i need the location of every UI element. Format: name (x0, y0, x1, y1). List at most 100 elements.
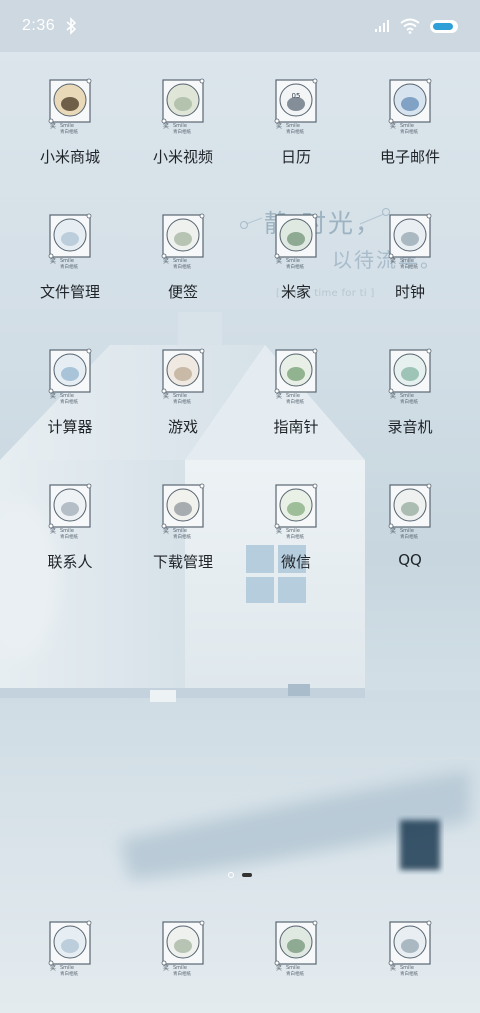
svg-text:笑: 笑 (163, 964, 169, 972)
battery-icon (430, 19, 458, 33)
app-shortcut[interactable]: 笑 Smile 青白相纸便签 (128, 213, 238, 302)
svg-text:青白相纸: 青白相纸 (173, 263, 191, 270)
app-label: 计算器 (47, 418, 93, 436)
svg-text:青白相纸: 青白相纸 (400, 128, 418, 135)
camera-photo-icon: 笑 Smile 青白相纸 (386, 920, 434, 978)
svg-text:笑: 笑 (50, 392, 56, 400)
page-indicator (0, 872, 480, 878)
compass-photo-icon: 笑 Smile 青白相纸 (272, 348, 320, 406)
app-label: 文件管理 (39, 283, 100, 301)
app-label: 微信 (280, 553, 311, 571)
svg-text:Smile: Smile (286, 123, 300, 129)
svg-text:Smile: Smile (400, 528, 414, 534)
svg-text:笑: 笑 (276, 122, 282, 130)
contacts-photo-icon: 笑 Smile 青白相纸 (46, 483, 94, 541)
dock-app[interactable]: 笑 Smile 青白相纸 (128, 920, 238, 978)
svg-text:笑: 笑 (390, 122, 396, 130)
svg-text:笑: 笑 (50, 122, 56, 130)
svg-text:Smile: Smile (400, 965, 414, 971)
phone-photo-icon: 笑 Smile 青白相纸 (46, 920, 94, 978)
app-shortcut[interactable]: 笑 Smile 青白相纸下载管理 (128, 483, 238, 572)
svg-text:青白相纸: 青白相纸 (286, 128, 304, 135)
svg-text:Smile: Smile (286, 528, 300, 534)
svg-text:青白相纸: 青白相纸 (400, 533, 418, 540)
page-dot-active[interactable] (242, 873, 252, 877)
app-shortcut[interactable]: 笑 Smile 青白相纸 时钟 (355, 213, 465, 302)
svg-text:Smile: Smile (286, 258, 300, 264)
app-shortcut[interactable]: 笑 Smile 青白相纸 小米商城 (15, 78, 125, 167)
app-shortcut[interactable]: 笑 Smile 青白相纸指南针 (241, 348, 351, 437)
app-shortcut[interactable]: 笑 Smile 青白相纸 QQ (355, 483, 465, 569)
app-label: 小米商城 (39, 148, 100, 166)
svg-text:笑: 笑 (390, 257, 396, 265)
status-time: 2:36 (22, 17, 56, 34)
battery-level (433, 22, 453, 30)
app-shortcut[interactable]: 笑 Smile 青白相纸游戏 (128, 348, 238, 437)
svg-text:笑: 笑 (163, 257, 169, 265)
svg-text:Smile: Smile (173, 528, 187, 534)
app-shortcut[interactable]: 笑 Smile 青白相纸 计算器 (15, 348, 125, 437)
svg-text:笑: 笑 (390, 964, 396, 972)
svg-text:青白相纸: 青白相纸 (400, 970, 418, 977)
app-shortcut[interactable]: 笑 Smile 青白相纸微信 (241, 483, 351, 572)
app-label: 录音机 (387, 418, 433, 436)
notes-photo-icon: 笑 Smile 青白相纸 (159, 213, 207, 271)
svg-text:笑: 笑 (390, 527, 396, 535)
app-shortcut[interactable]: 笑 Smile 青白相纸 米家 (241, 213, 351, 302)
svg-text:青白相纸: 青白相纸 (60, 263, 78, 270)
clock-photo-icon: 笑 Smile 青白相纸 (386, 213, 434, 271)
app-label: 日历 (280, 148, 311, 166)
svg-text:青白相纸: 青白相纸 (286, 533, 304, 540)
video-photo-icon: 笑 Smile 青白相纸 (159, 78, 207, 136)
svg-text:Smile: Smile (173, 393, 187, 399)
app-label: 指南针 (273, 418, 319, 436)
app-shortcut[interactable]: 笑 Smile 青白相纸 文件管理 (15, 213, 125, 302)
app-label: 小米视频 (152, 148, 213, 166)
svg-text:青白相纸: 青白相纸 (60, 533, 78, 540)
svg-text:青白相纸: 青白相纸 (60, 970, 78, 977)
svg-text:笑: 笑 (276, 527, 282, 535)
svg-text:Smile: Smile (60, 123, 74, 129)
svg-text:青白相纸: 青白相纸 (173, 533, 191, 540)
page-dot[interactable] (228, 872, 234, 878)
app-shortcut[interactable]: 笑 Smile 青白相纸录音机 (355, 348, 465, 437)
status-bar: 2:36 (0, 0, 480, 52)
qq-photo-icon: 笑 Smile 青白相纸 (386, 483, 434, 541)
svg-text:Smile: Smile (286, 965, 300, 971)
recorder-photo-icon: 笑 Smile 青白相纸 (386, 348, 434, 406)
svg-text:笑: 笑 (163, 527, 169, 535)
svg-text:笑: 笑 (50, 527, 56, 535)
svg-text:笑: 笑 (276, 257, 282, 265)
app-shortcut[interactable]: 笑 Smile 青白相纸小米视频 (128, 78, 238, 167)
svg-text:笑: 笑 (163, 392, 169, 400)
svg-text:Smile: Smile (60, 528, 74, 534)
dock-app[interactable]: 笑 Smile 青白相纸 (15, 920, 125, 978)
dock-app[interactable]: 笑 Smile 青白相纸 (241, 920, 351, 978)
svg-text:青白相纸: 青白相纸 (60, 398, 78, 405)
app-shortcut[interactable]: 笑 Smile 青白相纸 联系人 (15, 483, 125, 572)
svg-text:青白相纸: 青白相纸 (173, 398, 191, 405)
svg-text:Smile: Smile (400, 258, 414, 264)
svg-text:Smile: Smile (60, 258, 74, 264)
download-photo-icon: 笑 Smile 青白相纸 (159, 483, 207, 541)
app-label: 下载管理 (152, 553, 213, 571)
wifi-icon (400, 18, 420, 34)
tower-photo-icon: 笑 Smile 青白相纸 (46, 78, 94, 136)
app-label: 游戏 (167, 418, 198, 436)
app-label: 时钟 (394, 283, 425, 301)
app-label: 便签 (167, 283, 198, 301)
signal-icon (375, 20, 389, 32)
svg-text:Smile: Smile (60, 965, 74, 971)
app-shortcut[interactable]: 笑 Smile 青白相纸 电子邮件 (355, 78, 465, 167)
messages-photo-icon: 笑 Smile 青白相纸 (159, 920, 207, 978)
svg-text:Smile: Smile (286, 393, 300, 399)
svg-text:Smile: Smile (173, 258, 187, 264)
dock-app[interactable]: 笑 Smile 青白相纸 (355, 920, 465, 978)
svg-text:青白相纸: 青白相纸 (173, 128, 191, 135)
app-shortcut[interactable]: 笑 Smile 青白相纸 05 日历 (241, 78, 351, 167)
mail-photo-icon: 笑 Smile 青白相纸 (386, 78, 434, 136)
svg-text:笑: 笑 (163, 122, 169, 130)
svg-text:笑: 笑 (50, 964, 56, 972)
home-photo-icon: 笑 Smile 青白相纸 (272, 213, 320, 271)
svg-text:青白相纸: 青白相纸 (286, 970, 304, 977)
